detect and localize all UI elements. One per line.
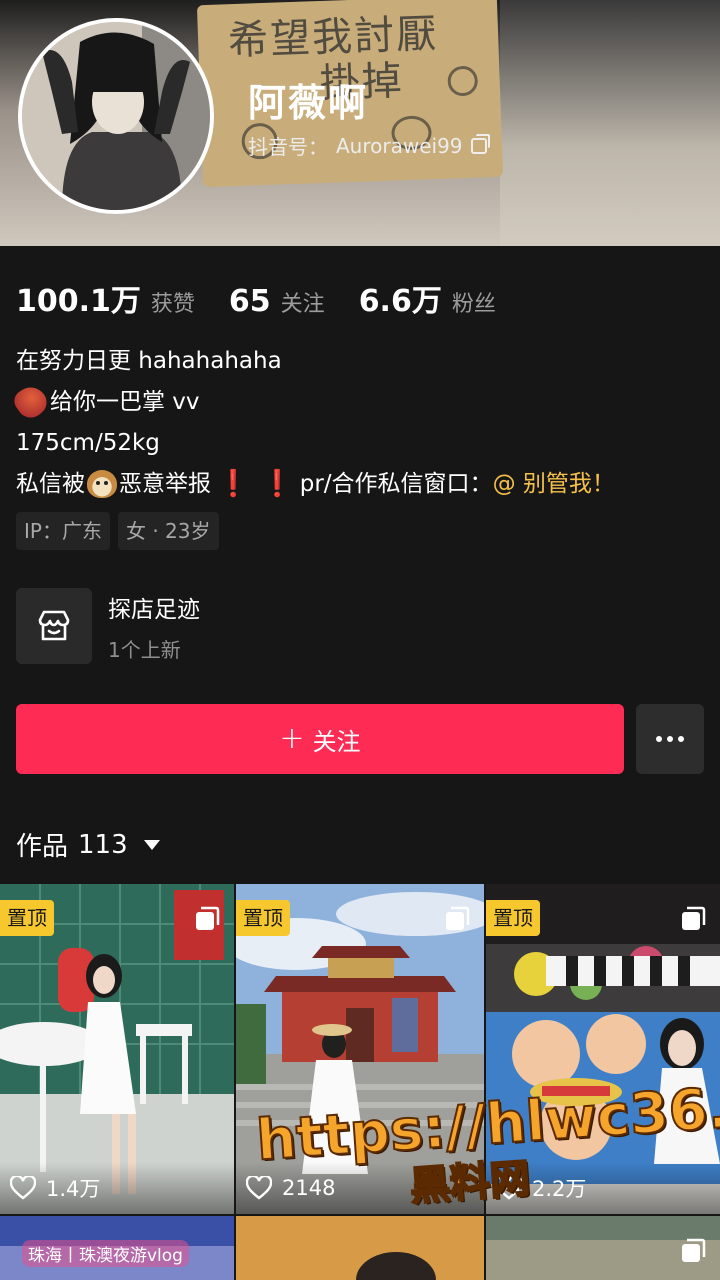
nickname: 阿薇啊: [248, 81, 369, 125]
exclamation-icon: ❗: [261, 468, 294, 499]
bio-text: pr/合作私信窗口：: [299, 470, 493, 497]
stat-following[interactable]: 65 关注: [229, 284, 325, 319]
stat-value: 6.6万: [358, 284, 442, 319]
account-id-row[interactable]: 抖音号： Aurorawei99: [248, 131, 490, 160]
store-title: 探店足迹: [108, 596, 200, 623]
bio-text: 给你一巴掌 vv: [50, 388, 200, 415]
sweet-potato-emoji-icon: [10, 380, 52, 423]
account-id-label: 抖音号：: [248, 135, 328, 159]
exclamation-icon: ❗: [217, 468, 250, 499]
image-set-icon: [682, 906, 706, 930]
store-subtitle: 1个上新: [108, 637, 181, 662]
like-count: 2.2万: [486, 1162, 720, 1214]
bio-line: 175cm/52kg: [16, 429, 160, 456]
works-tab[interactable]: 作品 113: [16, 826, 160, 863]
pinned-badge: 置顶: [486, 900, 540, 936]
bio-line: 给你一巴掌 vv: [10, 380, 716, 423]
bio: 在努力日更 hahahahaha 给你一巴掌 vv 175cm/52kg 私信被…: [10, 340, 716, 504]
pinned-badge: 置顶: [0, 900, 54, 936]
copy-icon[interactable]: [470, 133, 490, 154]
bio-text: 恶意举报: [119, 470, 211, 497]
like-count-value: 2148: [282, 1176, 336, 1200]
stat-value: 100.1万: [16, 284, 141, 319]
profile-tags: IP：广东 女 · 23岁: [16, 512, 219, 550]
stat-value: 65: [228, 284, 271, 319]
like-count: 2148: [236, 1162, 484, 1214]
image-set-icon: [196, 906, 220, 930]
like-count-value: 1.4万: [46, 1177, 101, 1201]
banner-background: [500, 0, 720, 246]
video-thumbnail[interactable]: [236, 1216, 484, 1280]
follow-button[interactable]: + 关注: [16, 704, 624, 774]
like-count-value: 2.2万: [532, 1177, 587, 1201]
mention-link[interactable]: @ 别管我！: [493, 466, 615, 502]
stat-label: 粉丝: [451, 292, 496, 317]
bio-line: 在努力日更 hahahahaha: [16, 347, 282, 374]
pinned-badge: 置顶: [236, 900, 290, 936]
heart-icon: [10, 1176, 36, 1200]
stat-label: 关注: [280, 292, 325, 317]
heart-icon: [496, 1176, 522, 1200]
avatar[interactable]: [18, 18, 214, 214]
works-count: 113: [78, 829, 128, 860]
caret-down-icon: [143, 839, 160, 850]
more-dots-icon: [656, 736, 684, 742]
video-thumbnail[interactable]: 置顶 2.2万: [486, 884, 720, 1214]
more-button[interactable]: [636, 704, 704, 774]
stat-followers[interactable]: 6.6万 粉丝: [359, 276, 496, 320]
like-count: 1.4万: [0, 1162, 234, 1214]
account-id-value: Aurorawei99: [336, 133, 463, 158]
store-visits-card[interactable]: 探店足迹 1个上新: [16, 588, 200, 664]
video-caption: 珠海丨珠澳夜游vlog: [22, 1240, 189, 1267]
video-thumbnail[interactable]: 置顶 2148: [236, 884, 484, 1214]
gender-age-tag: 女 · 23岁: [117, 512, 219, 550]
dog-emoji-icon: [87, 469, 117, 498]
video-thumbnail[interactable]: 置顶 1.4万: [0, 884, 234, 1214]
video-thumbnail[interactable]: [486, 1216, 720, 1280]
image-set-icon: [446, 906, 470, 930]
bio-line: 私信被 恶意举报 ❗ ❗ pr/合作私信窗口： @ 别管我！: [16, 463, 716, 504]
stats-row: 100.1万 获赞 65 关注 6.6万 粉丝: [16, 276, 496, 320]
shop-icon: [16, 588, 92, 664]
bio-text: 私信被: [16, 470, 85, 497]
heart-icon: [246, 1176, 272, 1200]
image-set-icon: [682, 1238, 706, 1262]
works-label: 作品: [16, 832, 69, 862]
follow-label: 关注: [312, 727, 361, 756]
stat-likes[interactable]: 100.1万 获赞: [16, 276, 195, 320]
ip-location-tag: IP：广东: [16, 512, 110, 550]
stat-label: 获赞: [150, 292, 195, 317]
video-thumbnail[interactable]: 珠海丨珠澳夜游vlog: [0, 1216, 234, 1280]
plus-icon: +: [279, 721, 305, 756]
